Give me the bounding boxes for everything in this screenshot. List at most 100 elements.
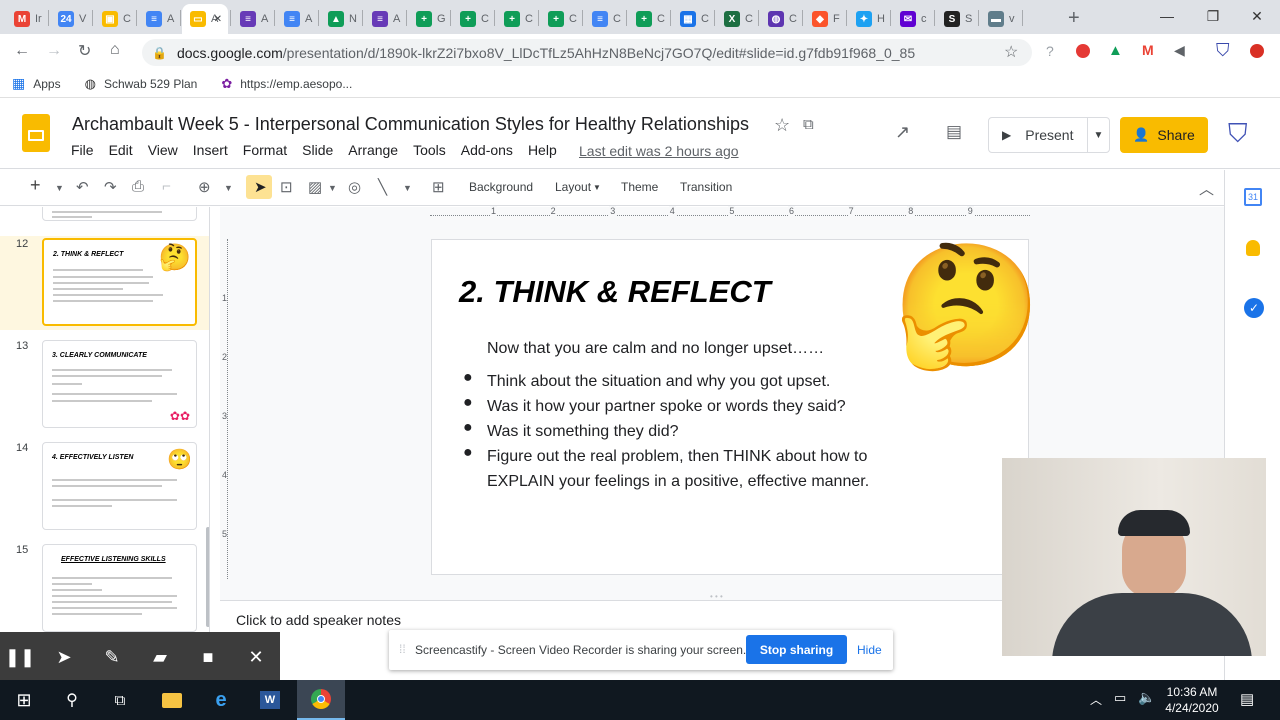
present-button[interactable]: ▶ Present ▼: [988, 117, 1110, 153]
image-icon[interactable]: ▨: [308, 178, 322, 196]
zoom-icon[interactable]: ⊕: [198, 178, 211, 196]
volume-icon[interactable]: 🔈: [1138, 689, 1155, 706]
browser-tab[interactable]: ≡ A: [364, 4, 404, 34]
slide-intro-text[interactable]: Now that you are calm and no longer upse…: [487, 340, 824, 358]
line-dropdown-icon[interactable]: ▼: [403, 183, 412, 193]
home-icon[interactable]: ⌂: [110, 41, 120, 59]
present-dropdown-icon[interactable]: ▼: [1087, 118, 1109, 152]
menu-tools[interactable]: Tools: [413, 142, 446, 158]
browser-tab[interactable]: ▦ C: [672, 4, 712, 34]
new-tab-icon[interactable]: +: [1068, 7, 1080, 30]
audio-extension-icon[interactable]: ◀: [1174, 42, 1185, 59]
url-input[interactable]: 🔒 docs.google.com/presentation/d/1890k-l…: [142, 39, 1032, 66]
restore-icon[interactable]: ❐: [1190, 0, 1236, 32]
bookmark-schwab[interactable]: ◍ Schwab 529 Plan: [85, 76, 198, 92]
cursor-tool-icon[interactable]: ➤: [47, 640, 81, 674]
browser-tab[interactable]: + C: [540, 4, 580, 34]
slide-bullet[interactable]: ● Figure out the real problem, then THINK…: [463, 444, 927, 494]
undo-icon[interactable]: ↶: [76, 178, 89, 196]
battery-icon[interactable]: ▭: [1114, 690, 1126, 706]
layout-dropdown-icon[interactable]: ▼: [593, 183, 601, 192]
insert-comment-icon[interactable]: ⊞: [432, 178, 445, 196]
browser-tab[interactable]: ✉ c: [892, 4, 932, 34]
close-tab-icon[interactable]: ✕: [214, 14, 222, 25]
menu-edit[interactable]: Edit: [109, 142, 133, 158]
bookmark-apps[interactable]: ▦ Apps: [12, 75, 61, 92]
file-explorer-icon[interactable]: [148, 680, 196, 720]
slide-bullet[interactable]: ● Was it something they did?: [463, 419, 927, 444]
minimize-icon[interactable]: —: [1144, 0, 1190, 32]
clock[interactable]: 10:36 AM 4/24/2020: [1164, 685, 1220, 715]
browser-tab[interactable]: ▭ A ✕: [182, 4, 228, 34]
browser-tab[interactable]: ≡ A: [276, 4, 316, 34]
slide-thumbnail-15[interactable]: EFFECTIVE LISTENING SKILLS: [42, 544, 197, 632]
chrome-taskbar-icon[interactable]: [297, 680, 345, 720]
close-recorder-icon[interactable]: ✕: [239, 640, 273, 674]
chrome-menu-icon[interactable]: [1250, 44, 1264, 58]
forward-icon[interactable]: →: [46, 42, 62, 60]
theme-button[interactable]: Theme: [621, 180, 658, 194]
browser-tab[interactable]: XC: [716, 4, 756, 34]
tasks-addon-icon[interactable]: ✓: [1244, 298, 1264, 318]
browser-tab[interactable]: ≡ A: [232, 4, 272, 34]
help-extension-icon[interactable]: ?: [1046, 43, 1054, 59]
profile-shield-icon[interactable]: ⛉: [1216, 40, 1230, 61]
browser-tab[interactable]: ≡ C: [584, 4, 624, 34]
star-icon[interactable]: ☆: [774, 115, 790, 136]
extension-icon[interactable]: [1076, 44, 1090, 58]
word-icon[interactable]: W: [246, 680, 294, 720]
drive-extension-icon[interactable]: ▲: [1108, 42, 1123, 59]
collapse-toolbar-icon[interactable]: ︿: [1199, 178, 1214, 199]
edge-icon[interactable]: e: [197, 680, 245, 720]
thinking-face-emoji[interactable]: 🤔: [892, 236, 1041, 376]
menu-arrange[interactable]: Arrange: [348, 142, 398, 158]
gmail-extension-icon[interactable]: M: [1142, 42, 1154, 58]
browser-tab[interactable]: + C: [496, 4, 536, 34]
transition-button[interactable]: Transition: [680, 180, 732, 194]
browser-tab[interactable]: M Ir: [6, 4, 46, 34]
slide-bullet[interactable]: ● Was it how your partner spoke or words …: [463, 394, 927, 419]
move-folder-icon[interactable]: ⧉: [803, 116, 814, 133]
new-slide-icon[interactable]: +: [30, 175, 41, 196]
back-icon[interactable]: ←: [14, 42, 30, 60]
browser-tab[interactable]: ◆ F: [804, 4, 844, 34]
windows-start-icon[interactable]: ⊞: [0, 680, 48, 720]
stop-sharing-button[interactable]: Stop sharing: [746, 635, 847, 664]
shape-icon[interactable]: ◎: [348, 178, 361, 196]
browser-tab[interactable]: ▬ v: [980, 4, 1020, 34]
menu-help[interactable]: Help: [528, 142, 557, 158]
zoom-dropdown-icon[interactable]: ▼: [224, 183, 233, 193]
menu-file[interactable]: File: [71, 142, 94, 158]
menu-format[interactable]: Format: [243, 142, 287, 158]
background-button[interactable]: Background: [469, 180, 533, 194]
account-shield-icon[interactable]: ⛉: [1228, 118, 1248, 150]
hide-button[interactable]: Hide: [857, 643, 882, 657]
print-icon[interactable]: ⎙: [132, 178, 144, 195]
browser-tab[interactable]: ≡ A: [138, 4, 178, 34]
browser-tab[interactable]: ▲ N: [320, 4, 360, 34]
browser-tab[interactable]: + C: [628, 4, 668, 34]
slides-logo-icon[interactable]: [22, 114, 50, 152]
comments-icon[interactable]: ▤: [946, 122, 962, 142]
close-window-icon[interactable]: ✕: [1234, 0, 1280, 32]
camera-toggle-icon[interactable]: ■: [191, 640, 225, 674]
keep-addon-icon[interactable]: [1246, 240, 1260, 256]
redo-icon[interactable]: ↷: [104, 178, 117, 196]
select-cursor-icon[interactable]: ➤: [254, 178, 267, 196]
bookmark-aesop[interactable]: ✿ https://emp.aesopo...: [221, 76, 352, 92]
browser-tab[interactable]: ◍ C: [760, 4, 800, 34]
browser-tab[interactable]: 24 V: [50, 4, 90, 34]
menu-insert[interactable]: Insert: [193, 142, 228, 158]
browser-tab[interactable]: SS: [936, 4, 976, 34]
reload-icon[interactable]: ↻: [78, 41, 91, 61]
search-icon[interactable]: ⚲: [48, 680, 96, 720]
filmstrip-divider[interactable]: [209, 207, 220, 632]
image-dropdown-icon[interactable]: ▼: [328, 183, 337, 193]
new-slide-dropdown-icon[interactable]: ▼: [55, 183, 64, 193]
slide-thumbnail-14[interactable]: 4. EFFECTIVELY LISTEN 🙄: [42, 442, 197, 530]
slide-thumbnail-12[interactable]: 2. THINK & REFLECT 🤔: [42, 238, 197, 326]
menu-addons[interactable]: Add-ons: [461, 142, 513, 158]
notifications-icon[interactable]: ▤: [1240, 690, 1254, 708]
doc-title[interactable]: Archambault Week 5 - Interpersonal Commu…: [72, 114, 749, 135]
share-button[interactable]: 👤 Share: [1120, 117, 1208, 153]
